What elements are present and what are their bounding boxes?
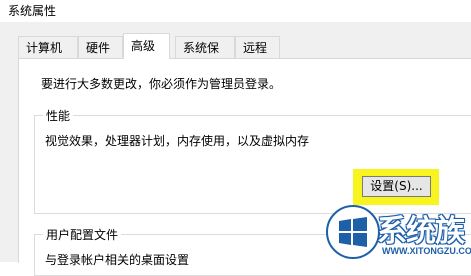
performance-group-title: 性能 [43, 107, 74, 124]
watermark: 系统族 WWW.XITONGZU.COM [321, 202, 471, 262]
tab-remote[interactable]: 远程 [235, 36, 280, 58]
windows-logo-icon [326, 205, 380, 259]
watermark-url: WWW.XITONGZU.COM [382, 246, 471, 256]
tab-label: 高级 [131, 39, 156, 53]
admin-note: 要进行大多数更改，你必须作为管理员登录。 [41, 77, 282, 91]
tab-hardware[interactable]: 硬件 [78, 36, 123, 58]
watermark-text: 系统族 [377, 214, 465, 249]
tab-label: 远程 [243, 41, 268, 55]
tab-system-protection[interactable]: 系统保护 [175, 36, 235, 77]
performance-settings-button[interactable]: 设置(S)... [362, 176, 431, 197]
tab-advanced[interactable]: 高级 [123, 33, 170, 59]
window-left-edge [0, 22, 10, 262]
window-title: 系统属性 [8, 4, 57, 18]
user-profiles-description: 与登录帐户相关的桌面设置 [45, 253, 190, 267]
performance-description: 视觉效果，处理器计划，内存使用，以及虚拟内存 [45, 134, 310, 148]
tab-computer-name[interactable]: 计算机名 [18, 36, 78, 77]
tab-label: 硬件 [86, 41, 111, 55]
title-bar: 系统属性 [0, 0, 471, 22]
user-profiles-group-title: 用户配置文件 [43, 226, 122, 243]
